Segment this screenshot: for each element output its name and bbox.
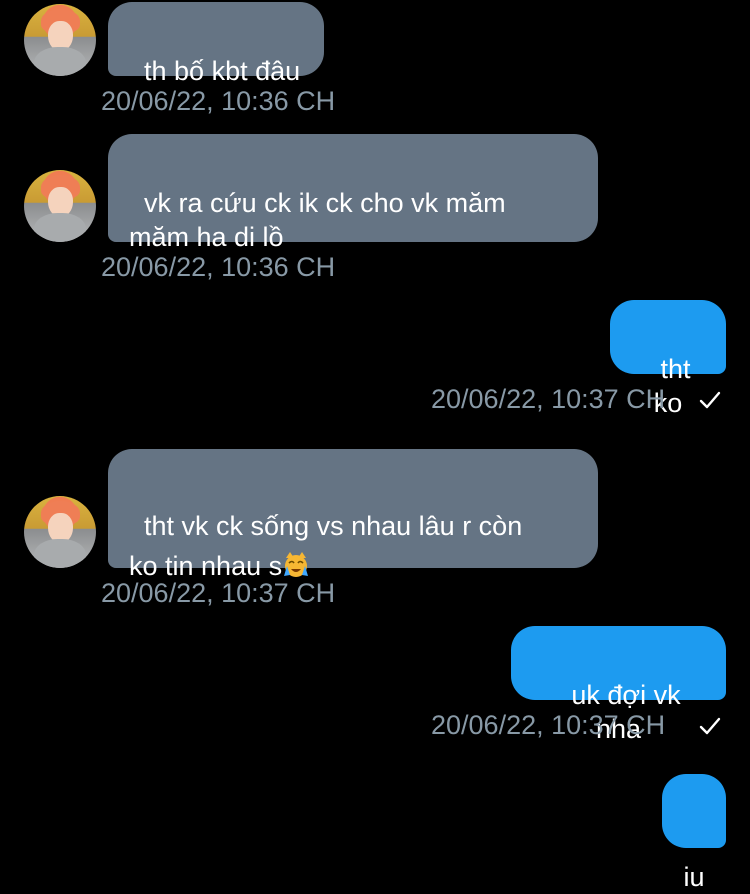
message-timestamp: 20/06/22, 10:37 CH bbox=[431, 384, 666, 414]
message-timestamp: 20/06/22, 10:37 CH bbox=[101, 578, 336, 608]
received-message-bubble[interactable]: th bố kbt đâu bbox=[108, 2, 324, 86]
contact-avatar[interactable] bbox=[24, 4, 96, 76]
avatar-hoodie-shape bbox=[34, 213, 86, 242]
message-text: iu bbox=[683, 862, 705, 892]
message-timestamp: 20/06/22, 10:36 CH bbox=[101, 252, 336, 282]
check-icon bbox=[699, 717, 721, 735]
message-timestamp: 20/06/22, 10:37 CH bbox=[431, 710, 666, 740]
received-message-bubble[interactable]: tht vk ck sống vs nhau lâu r còn ko tin … bbox=[108, 449, 598, 581]
contact-avatar[interactable] bbox=[24, 496, 96, 568]
message-text: th bố kbt đâu bbox=[144, 56, 301, 86]
contact-avatar[interactable] bbox=[24, 170, 96, 242]
message-timestamp: 20/06/22, 10:36 CH bbox=[101, 86, 336, 116]
check-icon bbox=[699, 391, 721, 409]
avatar-hoodie-shape bbox=[34, 539, 86, 568]
crying-cat-emoji-icon bbox=[284, 552, 309, 577]
received-message-bubble[interactable]: vk ra cứu ck ik ck cho vk măm măm ha di … bbox=[108, 134, 598, 252]
sent-message-bubble[interactable]: iu bbox=[662, 774, 726, 892]
sent-message-bubble[interactable]: tht ko bbox=[610, 300, 726, 418]
sent-message-bubble[interactable]: uk đợi vk nha bbox=[511, 626, 726, 744]
avatar-hoodie-shape bbox=[34, 47, 86, 76]
message-text: vk ra cứu ck ik ck cho vk măm măm ha di … bbox=[129, 188, 506, 252]
message-text: tht vk ck sống vs nhau lâu r còn ko tin … bbox=[129, 511, 523, 581]
